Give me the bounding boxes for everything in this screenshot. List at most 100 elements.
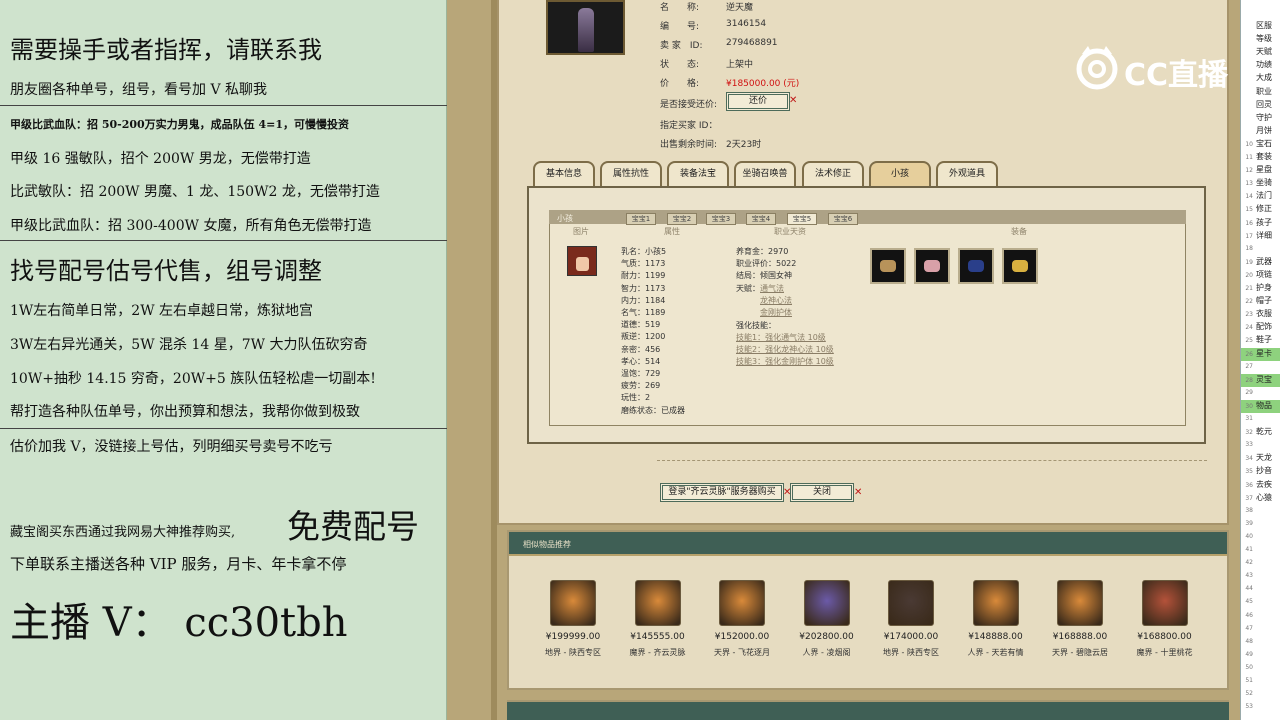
side-row[interactable]: 22 帽子 xyxy=(1241,295,1280,308)
side-row[interactable]: 11 套装 xyxy=(1241,151,1280,164)
item-thumbnail[interactable] xyxy=(1057,580,1103,626)
side-row[interactable]: 32 乾元 xyxy=(1241,426,1280,439)
side-row[interactable]: 29 xyxy=(1241,387,1280,400)
side-row[interactable]: 38 xyxy=(1241,505,1280,518)
equip-slot-3[interactable] xyxy=(958,248,994,284)
side-row[interactable]: 46 xyxy=(1241,610,1280,623)
side-row[interactable]: 36 去疾 xyxy=(1241,479,1280,492)
equip-slot-1[interactable] xyxy=(870,248,906,284)
recommend-item[interactable]: ¥174000.00 地界 - 陕西专区 xyxy=(871,580,951,658)
side-row[interactable]: 24 配饰 xyxy=(1241,321,1280,334)
tab-mounts[interactable]: 坐骑召唤兽 xyxy=(734,161,796,186)
side-row[interactable]: 35 抄音 xyxy=(1241,465,1280,478)
subtab-baby6[interactable]: 宝宝6 xyxy=(828,213,858,225)
equip-slot-4[interactable] xyxy=(1002,248,1038,284)
side-row[interactable]: 25 鞋子 xyxy=(1241,334,1280,347)
side-row[interactable]: 守护 xyxy=(1241,112,1280,125)
side-row[interactable]: 50 xyxy=(1241,662,1280,675)
side-row[interactable]: 10 宝石 xyxy=(1241,138,1280,151)
recommend-item[interactable]: ¥202800.00 人界 - 凌烟阁 xyxy=(787,580,867,658)
side-row[interactable]: 17 详细 xyxy=(1241,230,1280,243)
side-row[interactable]: 34 天龙 xyxy=(1241,452,1280,465)
side-row[interactable]: 13 坐骑 xyxy=(1241,177,1280,190)
side-row[interactable]: 41 xyxy=(1241,544,1280,557)
subtab-baby5[interactable]: 宝宝5 xyxy=(787,213,817,225)
side-row[interactable]: 20 项链 xyxy=(1241,269,1280,282)
side-row[interactable]: 43 xyxy=(1241,570,1280,583)
side-row[interactable]: 15 修正 xyxy=(1241,203,1280,216)
login-server-button[interactable]: 登录"齐云灵脉"服务器购买 xyxy=(660,483,784,502)
side-row[interactable]: 33 xyxy=(1241,439,1280,452)
subtab-baby4[interactable]: 宝宝4 xyxy=(746,213,776,225)
row-number: 48 xyxy=(1245,637,1253,645)
equip-slot-2[interactable] xyxy=(914,248,950,284)
side-row[interactable]: 月饼 xyxy=(1241,125,1280,138)
row-text: 功绩 xyxy=(1256,60,1272,70)
side-row[interactable]: 52 xyxy=(1241,688,1280,701)
talent-link[interactable]: 龙神心法 xyxy=(760,295,792,306)
side-row[interactable]: 等级 xyxy=(1241,33,1280,46)
talent-link[interactable]: 金刚护体 xyxy=(760,307,792,318)
item-thumbnail[interactable] xyxy=(550,580,596,626)
side-row[interactable]: 53 xyxy=(1241,701,1280,714)
side-row[interactable]: 47 xyxy=(1241,623,1280,636)
recommend-item[interactable]: ¥145555.00 魔界 - 齐云灵脉 xyxy=(618,580,698,658)
side-row[interactable]: 天赋 xyxy=(1241,46,1280,59)
recommend-item[interactable]: ¥199999.00 地界 - 陕西专区 xyxy=(533,580,613,658)
side-row[interactable]: 19 武器 xyxy=(1241,256,1280,269)
item-thumbnail[interactable] xyxy=(803,580,850,626)
side-row[interactable]: 45 xyxy=(1241,596,1280,609)
recommend-item[interactable]: ¥168800.00 魔界 - 十里桃花 xyxy=(1125,580,1205,658)
side-row[interactable]: 回灵 xyxy=(1241,99,1280,112)
side-row[interactable]: 49 xyxy=(1241,649,1280,662)
recommend-item[interactable]: ¥148888.00 人界 - 天若有情 xyxy=(956,580,1036,658)
tab-child[interactable]: 小孩 xyxy=(869,161,931,186)
item-thumbnail[interactable] xyxy=(1141,580,1188,626)
recommend-item[interactable]: ¥152000.00 天界 - 飞花逐月 xyxy=(702,580,782,658)
tab-spells[interactable]: 法术修正 xyxy=(802,161,864,186)
boost-link[interactable]: 技能2：强化龙神心法 10级 xyxy=(736,344,834,355)
side-row[interactable]: 16 孩子 xyxy=(1241,217,1280,230)
side-row[interactable]: 42 xyxy=(1241,557,1280,570)
boost-link[interactable]: 技能1：强化通气法 10级 xyxy=(736,332,826,343)
side-row[interactable]: 大成 xyxy=(1241,72,1280,85)
side-row[interactable]: 14 法门 xyxy=(1241,190,1280,203)
side-row[interactable]: 40 xyxy=(1241,531,1280,544)
item-thumbnail[interactable] xyxy=(972,580,1019,626)
side-row[interactable]: 51 xyxy=(1241,675,1280,688)
side-row[interactable]: 31 xyxy=(1241,413,1280,426)
side-row[interactable]: 职业 xyxy=(1241,86,1280,99)
side-row[interactable]: 18 xyxy=(1241,243,1280,256)
bargain-button[interactable]: 还价 xyxy=(726,92,790,111)
item-thumbnail[interactable] xyxy=(888,580,934,626)
ad-line: 需要操手或者指挥，请联系我 xyxy=(10,36,322,64)
row-text: 物品 xyxy=(1256,400,1272,410)
subtab-baby1[interactable]: 宝宝1 xyxy=(626,213,656,225)
side-row[interactable]: 21 护身 xyxy=(1241,282,1280,295)
subtab-baby2[interactable]: 宝宝2 xyxy=(667,213,697,225)
boost-link[interactable]: 技能3：强化金刚护体 10级 xyxy=(736,356,834,367)
side-row[interactable]: 23 衣服 xyxy=(1241,308,1280,321)
side-row[interactable]: 28 灵宝 xyxy=(1241,373,1280,387)
item-thumbnail[interactable] xyxy=(719,580,765,626)
side-row[interactable]: 27 xyxy=(1241,361,1280,374)
row-number: 47 xyxy=(1245,624,1253,632)
close-button[interactable]: 关闭 xyxy=(790,483,854,502)
talent-link[interactable]: 通气法 xyxy=(760,283,784,294)
item-thumbnail[interactable] xyxy=(634,580,681,626)
side-row[interactable]: 功绩 xyxy=(1241,59,1280,72)
subtab-baby3[interactable]: 宝宝3 xyxy=(706,213,736,225)
side-row[interactable]: 30 物品 xyxy=(1241,399,1280,413)
side-row[interactable]: 37 心猿 xyxy=(1241,492,1280,505)
side-row[interactable]: 区服 xyxy=(1241,20,1280,33)
side-row[interactable]: 44 xyxy=(1241,583,1280,596)
tab-basic[interactable]: 基本信息 xyxy=(533,161,595,186)
side-row[interactable]: 26 星卡 xyxy=(1241,347,1280,361)
side-row[interactable]: 12 星盘 xyxy=(1241,164,1280,177)
side-row[interactable]: 39 xyxy=(1241,518,1280,531)
tab-attributes[interactable]: 属性抗性 xyxy=(600,161,662,186)
recommend-item[interactable]: ¥168888.00 天界 - 碧隐云居 xyxy=(1040,580,1120,658)
tab-appearance[interactable]: 外观道具 xyxy=(936,161,998,186)
tab-equipment[interactable]: 装备法宝 xyxy=(667,161,729,186)
side-row[interactable]: 48 xyxy=(1241,636,1280,649)
